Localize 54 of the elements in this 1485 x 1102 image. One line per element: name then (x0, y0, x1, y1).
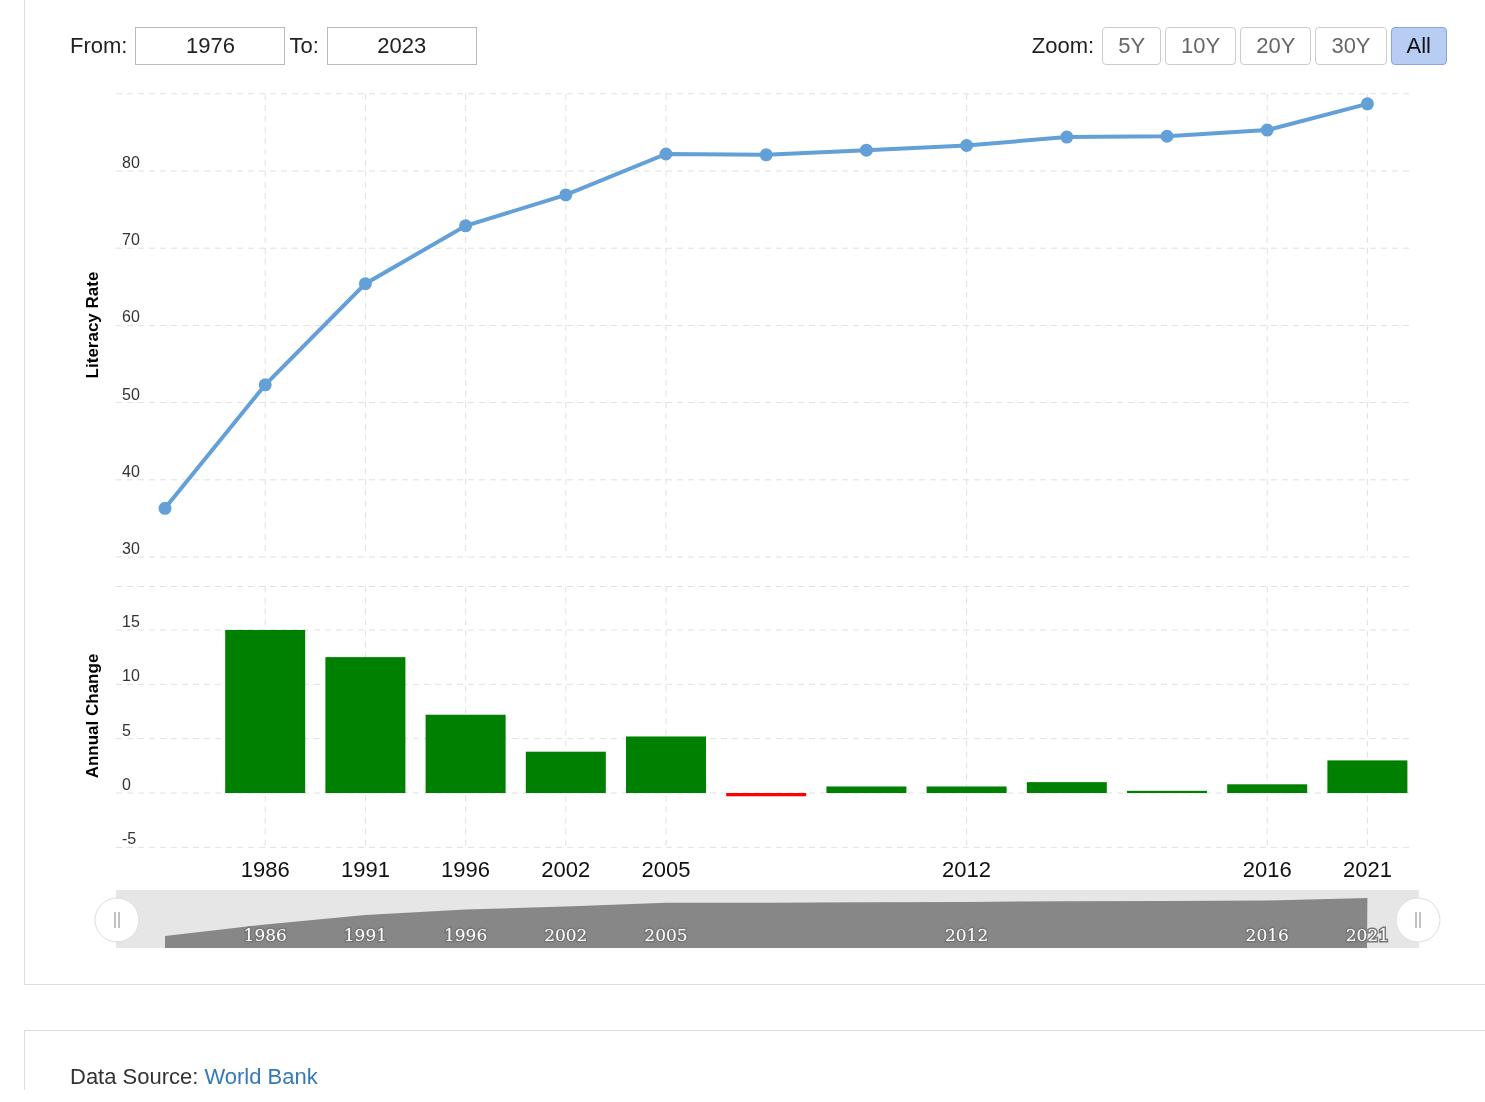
axis-tick-label: 0 (122, 776, 131, 793)
axis-tick-label: 30 (122, 540, 140, 557)
axis-tick-label: 1986 (240, 857, 290, 882)
axis-tick-label: 5 (122, 721, 131, 739)
navigator-label: 1996 (443, 925, 488, 945)
data-point (358, 277, 372, 291)
navigator-label: 1986 (243, 925, 287, 945)
axis-tick-label: 2005 (641, 857, 691, 882)
data-source-label: Data Source: (70, 1064, 199, 1090)
navigator-label: 2016 (1245, 925, 1289, 945)
axis-tick-label: 2012 (942, 857, 992, 882)
axis-tick-label: 2002 (541, 857, 591, 882)
navigator-drawing[interactable] (94, 890, 1441, 948)
zoom-button[interactable]: 10Y (1165, 27, 1237, 65)
data-point (1260, 123, 1274, 137)
zoom-button[interactable]: 5Y (1102, 27, 1162, 65)
axis-title: Annual Change (83, 653, 102, 779)
axis-tick-label: 1991 (340, 857, 390, 882)
data-point (1160, 129, 1174, 143)
from-label: From: (70, 33, 128, 59)
zoom-button[interactable]: All (1390, 27, 1447, 65)
data-point (559, 188, 573, 202)
data-source-link[interactable]: World Bank (204, 1064, 318, 1090)
data-point (659, 147, 673, 161)
data-point (1360, 97, 1374, 111)
data-point (859, 143, 873, 157)
zoom-label: Zoom: (1031, 33, 1095, 59)
axis-tick-label: 10 (122, 667, 140, 685)
data-point (459, 219, 473, 233)
from-date-field[interactable]: 1976 (135, 27, 286, 65)
data-point (960, 139, 974, 152)
axis-tick-label: 2021 (1342, 857, 1392, 882)
to-label: To: (289, 33, 319, 59)
data-point (258, 378, 272, 392)
axis-tick-label: 1996 (441, 857, 491, 882)
axis-tick-label: 50 (122, 385, 140, 403)
axis-tick-label: 40 (122, 462, 140, 480)
axis-tick-label: -5 (122, 830, 137, 848)
to-date-field[interactable]: 2023 (326, 27, 477, 65)
data-point (1060, 130, 1074, 144)
axis-tick-label: 80 (122, 154, 140, 171)
axis-title: Literacy Rate (83, 271, 102, 379)
zoom-button[interactable]: 20Y (1240, 27, 1312, 65)
navigator-label: 2012 (944, 925, 989, 945)
zoom-button[interactable]: 30Y (1315, 27, 1387, 65)
axis-tick-label: 70 (122, 231, 140, 249)
axis-tick-label: 2016 (1242, 857, 1292, 882)
navigator-label: 1991 (343, 925, 388, 945)
data-point (158, 501, 172, 515)
data-point (759, 148, 773, 162)
axis-tick-label: 15 (122, 612, 140, 630)
navigator-label: 2005 (644, 925, 688, 945)
axis-tick-label: 60 (122, 308, 140, 326)
navigator-label: 2002 (544, 925, 588, 945)
